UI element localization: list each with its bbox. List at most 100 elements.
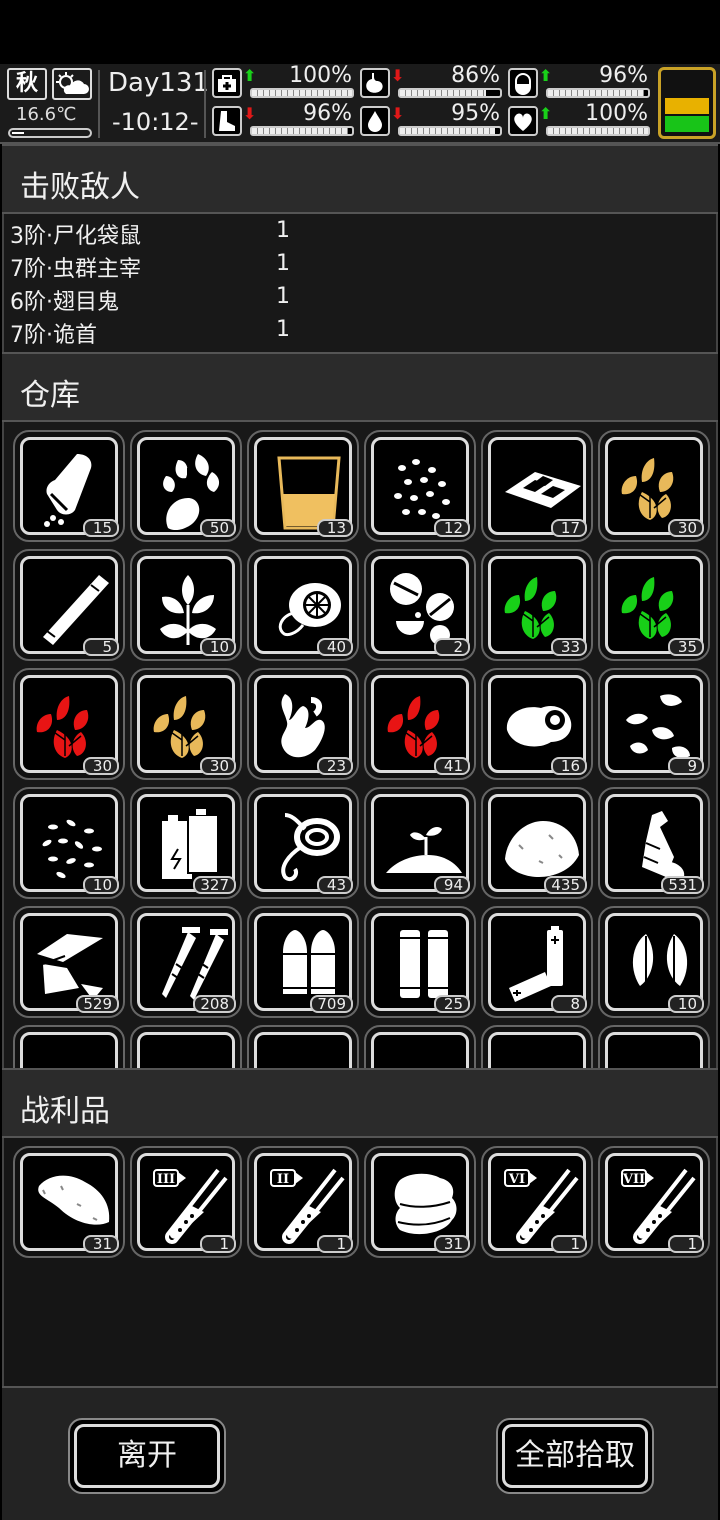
item-count: 50 <box>200 519 236 537</box>
item-slot[interactable]: 94 <box>364 787 476 899</box>
item-slot[interactable] <box>598 1025 710 1068</box>
item-slot[interactable]: II 1 <box>247 1146 359 1258</box>
item-icon <box>371 1032 469 1068</box>
item-slot[interactable]: 25 <box>364 906 476 1018</box>
tier-label: VI <box>508 1172 525 1187</box>
item-slot[interactable]: VI 1 <box>481 1146 593 1258</box>
trend-arrow-icon: ⬆ <box>539 66 553 85</box>
item-count: 30 <box>200 757 236 775</box>
item-slot[interactable]: 16 <box>481 668 593 780</box>
item-count: 25 <box>434 995 470 1013</box>
leave-button-label: 离开 <box>74 1424 220 1488</box>
trend-arrow-icon: ⬆ <box>539 104 553 123</box>
enemy-name: 3阶·尸化袋鼠 <box>10 224 141 249</box>
item-slot[interactable]: 13 <box>247 430 359 542</box>
stat-water-drop[interactable]: ⬇ 95% <box>360 101 502 140</box>
loot-grid[interactable]: 31 III 1 II 1 31 VI 1 VII 1 <box>2 1138 718 1386</box>
item-slot[interactable]: 43 <box>247 787 359 899</box>
stat-bar <box>546 126 650 136</box>
item-slot[interactable]: 31 <box>13 1146 125 1258</box>
item-count: 31 <box>434 1235 470 1253</box>
season-badge: 秋 <box>7 68 47 100</box>
item-count: 531 <box>661 876 704 894</box>
stat-bar <box>546 88 650 98</box>
section-title: 击败敌人 <box>20 170 140 205</box>
item-slot[interactable]: 709 <box>247 906 359 1018</box>
tier-label: III <box>157 1172 175 1187</box>
item-count: 35 <box>668 638 704 656</box>
stat-stomach[interactable]: ⬇ 86% <box>360 63 502 102</box>
item-slot[interactable]: 31 <box>364 1146 476 1258</box>
item-slot[interactable]: 30 <box>598 430 710 542</box>
stat-boot[interactable]: ⬇ 96% <box>212 101 354 140</box>
divider <box>204 70 206 138</box>
trend-arrow-icon: ⬆ <box>243 66 257 85</box>
item-slot[interactable]: 208 <box>130 906 242 1018</box>
item-count: 208 <box>193 995 236 1013</box>
item-count: 23 <box>317 757 353 775</box>
item-slot[interactable]: 10 <box>13 787 125 899</box>
item-count: 10 <box>668 995 704 1013</box>
stat-heart[interactable]: ⬆ 100% <box>508 101 650 140</box>
battery-icon[interactable] <box>658 67 716 139</box>
warehouse-grid[interactable]: 15 50 13 12 17 30 5 10 40 2 33 35 30 30 23 41 16 9 10 327 43… <box>2 422 718 1068</box>
section-title: 仓库 <box>20 378 80 413</box>
item-count: 31 <box>83 1235 119 1253</box>
item-slot[interactable]: 50 <box>130 430 242 542</box>
item-slot[interactable]: 40 <box>247 549 359 661</box>
item-slot[interactable]: 2 <box>364 549 476 661</box>
item-slot[interactable]: VII 1 <box>598 1146 710 1258</box>
item-slot[interactable]: 12 <box>364 430 476 542</box>
item-count: 2 <box>434 638 470 656</box>
footer-bar: 离开 全部拾取 <box>2 1386 718 1520</box>
item-slot[interactable]: 35 <box>598 549 710 661</box>
item-count: 327 <box>193 876 236 894</box>
stomach-icon <box>360 68 390 98</box>
item-icon <box>137 1032 235 1068</box>
item-slot[interactable]: 529 <box>13 906 125 1018</box>
day-counter: Day131 <box>108 68 209 98</box>
item-slot[interactable]: 15 <box>13 430 125 542</box>
item-slot[interactable]: 435 <box>481 787 593 899</box>
item-slot[interactable] <box>130 1025 242 1068</box>
item-slot[interactable]: 10 <box>130 549 242 661</box>
item-slot[interactable] <box>481 1025 593 1068</box>
item-slot[interactable]: 8 <box>481 906 593 1018</box>
item-count: 30 <box>83 757 119 775</box>
trend-arrow-icon: ⬇ <box>243 104 257 123</box>
item-slot[interactable]: 33 <box>481 549 593 661</box>
item-slot[interactable] <box>364 1025 476 1068</box>
item-count: 41 <box>434 757 470 775</box>
item-slot[interactable] <box>13 1025 125 1068</box>
item-slot[interactable]: 17 <box>481 430 593 542</box>
status-bar: 秋 16.6℃ Day131 -10:12- ⬆ 100% ⬇ 86% ⬆ 96% ⬇ 96%… <box>0 63 720 144</box>
item-count: 40 <box>317 638 353 656</box>
take-all-button[interactable]: 全部拾取 <box>496 1418 654 1494</box>
item-slot[interactable] <box>247 1025 359 1068</box>
item-count: 17 <box>551 519 587 537</box>
item-count: 33 <box>551 638 587 656</box>
leave-button[interactable]: 离开 <box>68 1418 226 1494</box>
item-slot[interactable]: 23 <box>247 668 359 780</box>
item-slot[interactable]: III 1 <box>130 1146 242 1258</box>
item-slot[interactable]: 41 <box>364 668 476 780</box>
item-slot[interactable]: 10 <box>598 906 710 1018</box>
item-slot[interactable]: 9 <box>598 668 710 780</box>
item-count: 1 <box>668 1235 704 1253</box>
item-count: 709 <box>310 995 353 1013</box>
item-count: 5 <box>83 638 119 656</box>
item-slot[interactable]: 5 <box>13 549 125 661</box>
item-slot[interactable]: 30 <box>13 668 125 780</box>
item-icon <box>20 1032 118 1068</box>
item-slot[interactable]: 327 <box>130 787 242 899</box>
item-slot[interactable]: 531 <box>598 787 710 899</box>
section-title: 战利品 <box>20 1094 110 1129</box>
trend-arrow-icon: ⬇ <box>391 66 405 85</box>
stat-bar <box>398 88 502 98</box>
stat-medkit[interactable]: ⬆ 100% <box>212 63 354 102</box>
item-icon <box>254 1032 352 1068</box>
stat-pill[interactable]: ⬆ 96% <box>508 63 650 102</box>
item-slot[interactable]: 30 <box>130 668 242 780</box>
stat-bar <box>250 88 354 98</box>
defeated-enemies-list: 3阶·尸化袋鼠 1 7阶·虫群主宰 1 6阶·翅目鬼 1 7阶·诡首 1 <box>2 214 718 352</box>
